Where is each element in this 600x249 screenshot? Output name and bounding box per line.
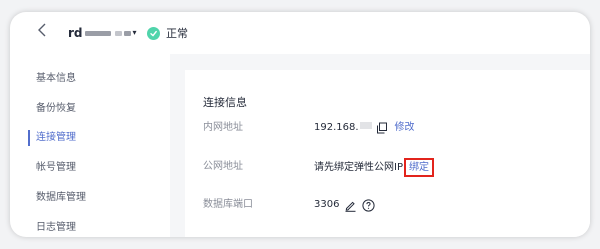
window-frame: rd ▾ 正常 基本信息 备份恢复 连接管理 帐号管理 数据库管理 日志管理 连… (10, 12, 590, 237)
masked-text (123, 30, 131, 36)
copy-icon[interactable] (376, 122, 388, 134)
port-label: 数据库端口 (203, 199, 253, 210)
private-address-value: 192.168. (314, 122, 359, 133)
port-row: 3306 (314, 198, 376, 212)
public-address-label: 公网地址 (203, 161, 243, 172)
status-check-icon (147, 26, 160, 40)
sidebar-item-database-management[interactable]: 数据库管理 (10, 187, 160, 209)
public-address-value: 请先绑定弹性公网IP (314, 161, 403, 173)
instance-selector[interactable]: rd ▾ (68, 25, 137, 41)
instance-name: rd (68, 26, 83, 40)
back-button[interactable] (37, 22, 47, 42)
sidebar-nav: 基本信息 备份恢复 连接管理 帐号管理 数据库管理 日志管理 (10, 54, 160, 237)
chevron-left-icon (38, 23, 46, 37)
help-icon[interactable] (362, 198, 376, 212)
sidebar-item-backup-restore[interactable]: 备份恢复 (10, 98, 160, 120)
modify-link[interactable]: 修改 (395, 121, 415, 135)
bind-link[interactable]: 绑定 (409, 162, 429, 173)
status-indicator: 正常 (147, 24, 188, 42)
connection-info-card: 连接信息 内网地址 192.168. 修改 公网地址 请先绑定弹性公网IP 绑定 (185, 70, 590, 237)
status-text: 正常 (166, 27, 188, 40)
port-value: 3306 (314, 199, 340, 210)
private-address-label: 内网地址 (203, 122, 243, 133)
edit-icon[interactable] (344, 199, 357, 212)
private-address-row: 192.168. 修改 (314, 121, 415, 135)
sidebar-item-basic-info[interactable]: 基本信息 (10, 68, 160, 90)
content-area: 连接信息 内网地址 192.168. 修改 公网地址 请先绑定弹性公网IP 绑定 (170, 54, 590, 237)
masked-text (359, 121, 372, 129)
public-address-row: 请先绑定弹性公网IP 绑定 (314, 158, 434, 177)
section-title: 连接信息 (203, 96, 247, 109)
sidebar-item-account-management[interactable]: 帐号管理 (10, 157, 160, 179)
caret-down-icon: ▾ (132, 28, 137, 37)
sidebar-item-log-management[interactable]: 日志管理 (10, 217, 160, 237)
sidebar-item-connection-management[interactable]: 连接管理 (10, 127, 160, 149)
bind-highlight-box: 绑定 (403, 158, 434, 177)
masked-text (114, 30, 122, 36)
masked-text (84, 30, 111, 36)
page-header: rd ▾ 正常 (10, 12, 590, 54)
